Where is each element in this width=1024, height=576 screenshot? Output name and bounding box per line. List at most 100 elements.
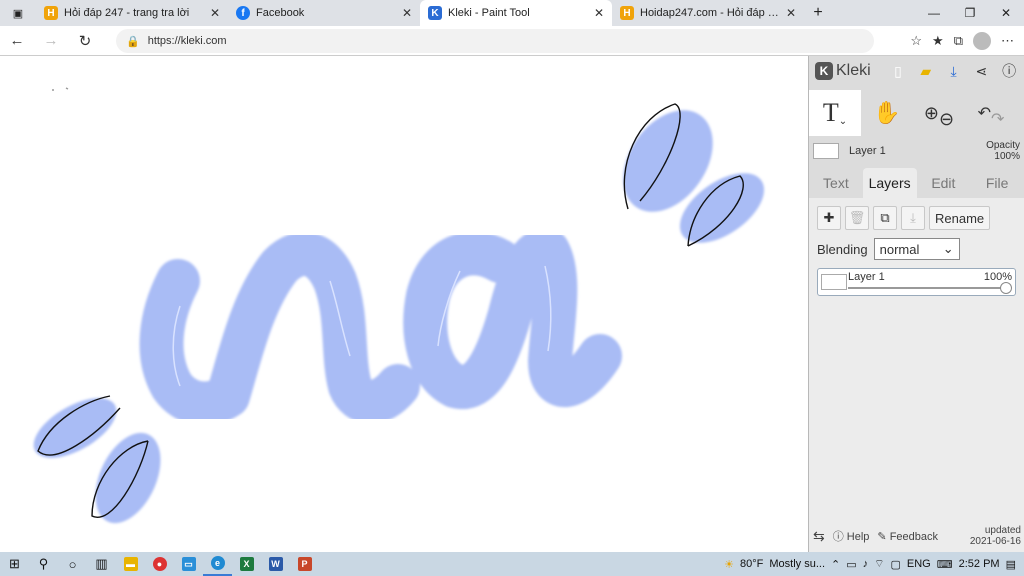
zoom-out-icon[interactable]: ⊖ <box>939 109 954 130</box>
forward-icon[interactable]: → <box>34 32 68 49</box>
duplicate-layer-button[interactable]: ⧉ <box>873 206 897 230</box>
notifications-icon[interactable]: ▤ <box>1006 558 1016 571</box>
language-indicator[interactable]: ENG <box>907 558 931 570</box>
more-menu-icon[interactable]: ⋯ <box>1001 33 1014 49</box>
back-icon[interactable]: ← <box>0 32 34 49</box>
tab-actions-icon[interactable]: ▣ <box>0 0 36 26</box>
lock-icon: 🔒 <box>126 35 140 48</box>
chevron-up-icon[interactable]: ⌃ <box>831 558 840 571</box>
new-image-icon[interactable]: ▯ <box>889 63 907 80</box>
battery-icon[interactable]: ▭ <box>846 558 856 571</box>
browser-tab-2[interactable]: f Facebook ✕ <box>228 0 420 26</box>
weather-icon[interactable]: ☀ <box>724 558 734 571</box>
favorites-icon[interactable]: ★ <box>932 33 944 49</box>
weather-text[interactable]: Mostly su... <box>769 558 825 570</box>
browser-toolbar-icons: ☆ ★ ⧉ ⋯ <box>910 26 1014 56</box>
feedback-button[interactable]: ✎ Feedback <box>877 530 938 543</box>
chrome-icon[interactable]: ● <box>145 552 174 576</box>
blending-select[interactable]: normal ⌄ <box>873 238 960 260</box>
tab-text[interactable]: Text <box>809 168 863 198</box>
refresh-icon[interactable]: ↻ <box>68 32 102 50</box>
hand-tool-button[interactable]: ✋ <box>861 90 913 136</box>
browser-tab-bar: ▣ H Hỏi đáp 247 - trang tra lời ✕ f Face… <box>0 0 1024 26</box>
url-text: https://kleki.com <box>147 35 227 47</box>
undo-icon[interactable]: ↶ <box>978 103 991 123</box>
drawing-canvas[interactable] <box>0 56 808 552</box>
facebook-favicon-icon: f <box>236 6 250 20</box>
close-tab-icon[interactable]: ✕ <box>210 6 220 20</box>
blending-row: Blending normal ⌄ <box>817 238 1016 260</box>
excel-icon[interactable]: X <box>232 552 261 576</box>
close-tab-icon[interactable]: ✕ <box>594 6 604 20</box>
tab-title: Hoidap247.com - Hỏi đáp online <box>640 7 780 19</box>
system-tray: ☀ 80°F Mostly su... ⌃ ▭ ♪ ⌔ ▢ ENG ⌨ 2:52… <box>724 557 1024 571</box>
windows-taskbar: ⊞ ⚲ ○ ▥ ▬ ● ▭ e X W P ☀ 80°F Mostly su..… <box>0 552 1024 576</box>
tab-title: Hỏi đáp 247 - trang tra lời <box>64 7 190 19</box>
word-icon[interactable]: W <box>261 552 290 576</box>
layer-opacity-track[interactable] <box>848 287 1007 289</box>
profile-avatar[interactable] <box>973 32 991 50</box>
kleki-logo[interactable]: K Kleki <box>815 62 879 80</box>
cortana-icon[interactable]: ○ <box>58 552 87 576</box>
monitor-app-icon[interactable]: ▭ <box>174 552 203 576</box>
layer-thumbnail <box>821 274 847 290</box>
opacity-readout: Opacity 100% <box>986 140 1020 162</box>
close-tab-icon[interactable]: ✕ <box>402 6 412 20</box>
delete-layer-button[interactable]: 🗑 <box>845 206 869 230</box>
close-tab-icon[interactable]: ✕ <box>786 6 796 20</box>
share-icon[interactable]: ⋖ <box>972 63 990 80</box>
close-window-icon[interactable]: ✕ <box>988 6 1024 20</box>
restore-icon[interactable]: ❐ <box>952 6 988 20</box>
minimize-icon[interactable]: — <box>916 6 952 20</box>
open-file-icon[interactable]: ▰ <box>917 63 935 80</box>
merge-layer-button[interactable]: ⤓ <box>901 206 925 230</box>
layer-card[interactable]: Layer 1 100% <box>817 268 1016 296</box>
chevron-down-icon: ⌄ <box>942 241 954 256</box>
chevron-down-icon[interactable]: ⌄ <box>839 116 847 127</box>
layers-panel: ✚ 🗑 ⧉ ⤓ Rename Blending normal ⌄ Layer 1 … <box>809 198 1024 558</box>
layer-opacity-knob[interactable] <box>1000 282 1012 294</box>
url-field[interactable]: 🔒 https://kleki.com <box>116 29 874 53</box>
window-controls: — ❐ ✕ <box>916 6 1024 20</box>
tab-title: Kleki - Paint Tool <box>448 7 530 19</box>
text-tool-button[interactable]: T ⌄ <box>809 90 861 136</box>
powerpoint-icon[interactable]: P <box>290 552 319 576</box>
volume-icon[interactable]: ♪ <box>863 558 869 570</box>
download-icon[interactable]: ⤓ <box>945 63 963 80</box>
tab-layers[interactable]: Layers <box>862 168 917 198</box>
rename-button[interactable]: Rename <box>929 206 991 230</box>
search-icon[interactable]: ⚲ <box>29 552 58 576</box>
tab-title: Facebook <box>256 7 305 19</box>
add-favorite-icon[interactable]: ☆ <box>910 33 922 49</box>
windows-start-icon[interactable]: ⊞ <box>0 552 29 576</box>
address-toolbar: ← → ↻ 🔒 https://kleki.com ☆ ★ ⧉ ⋯ <box>0 26 1024 56</box>
tool-row: T ⌄ ✋ ⊕ ⊖ ↶ ↷ <box>809 90 1024 136</box>
browser-tab-3[interactable]: K Kleki - Paint Tool ✕ <box>420 0 612 26</box>
task-view-icon[interactable]: ▥ <box>87 552 116 576</box>
help-button[interactable]: ⓘ Help <box>833 528 870 544</box>
wifi-icon[interactable]: ⌔ <box>874 557 884 571</box>
browser-tab-4[interactable]: H Hoidap247.com - Hỏi đáp online ✕ <box>612 0 804 26</box>
redo-icon[interactable]: ↷ <box>991 109 1004 129</box>
keyboard-icon[interactable]: ⌨ <box>937 558 953 571</box>
layer-card-opacity: 100% <box>983 271 1012 283</box>
letter-n-stroke <box>139 232 420 426</box>
edge-browser-icon[interactable]: e <box>203 552 232 576</box>
display-icon[interactable]: ▢ <box>890 558 900 571</box>
hoidap-favicon-icon: H <box>620 6 634 20</box>
clock[interactable]: 2:52 PM <box>959 558 1000 570</box>
add-layer-button[interactable]: ✚ <box>817 206 841 230</box>
weather-temp[interactable]: 80°F <box>740 558 763 570</box>
tab-edit[interactable]: Edit <box>917 168 971 198</box>
swap-side-icon[interactable]: ⇆ <box>813 528 825 545</box>
layer-thumbnail <box>813 143 839 159</box>
tab-file[interactable]: File <box>970 168 1024 198</box>
new-tab-icon[interactable]: + <box>804 4 832 22</box>
file-explorer-icon[interactable]: ▬ <box>116 552 145 576</box>
zoom-in-icon[interactable]: ⊕ <box>924 103 939 124</box>
browser-tab-1[interactable]: H Hỏi đáp 247 - trang tra lời ✕ <box>36 0 228 26</box>
kleki-top-bar: K Kleki ▯ ▰ ⤓ ⋖ ⓘ <box>809 56 1024 86</box>
active-layer-row[interactable]: Layer 1 Opacity 100% <box>809 136 1024 166</box>
help-circle-icon[interactable]: ⓘ <box>1000 61 1018 81</box>
collections-icon[interactable]: ⧉ <box>954 33 963 49</box>
